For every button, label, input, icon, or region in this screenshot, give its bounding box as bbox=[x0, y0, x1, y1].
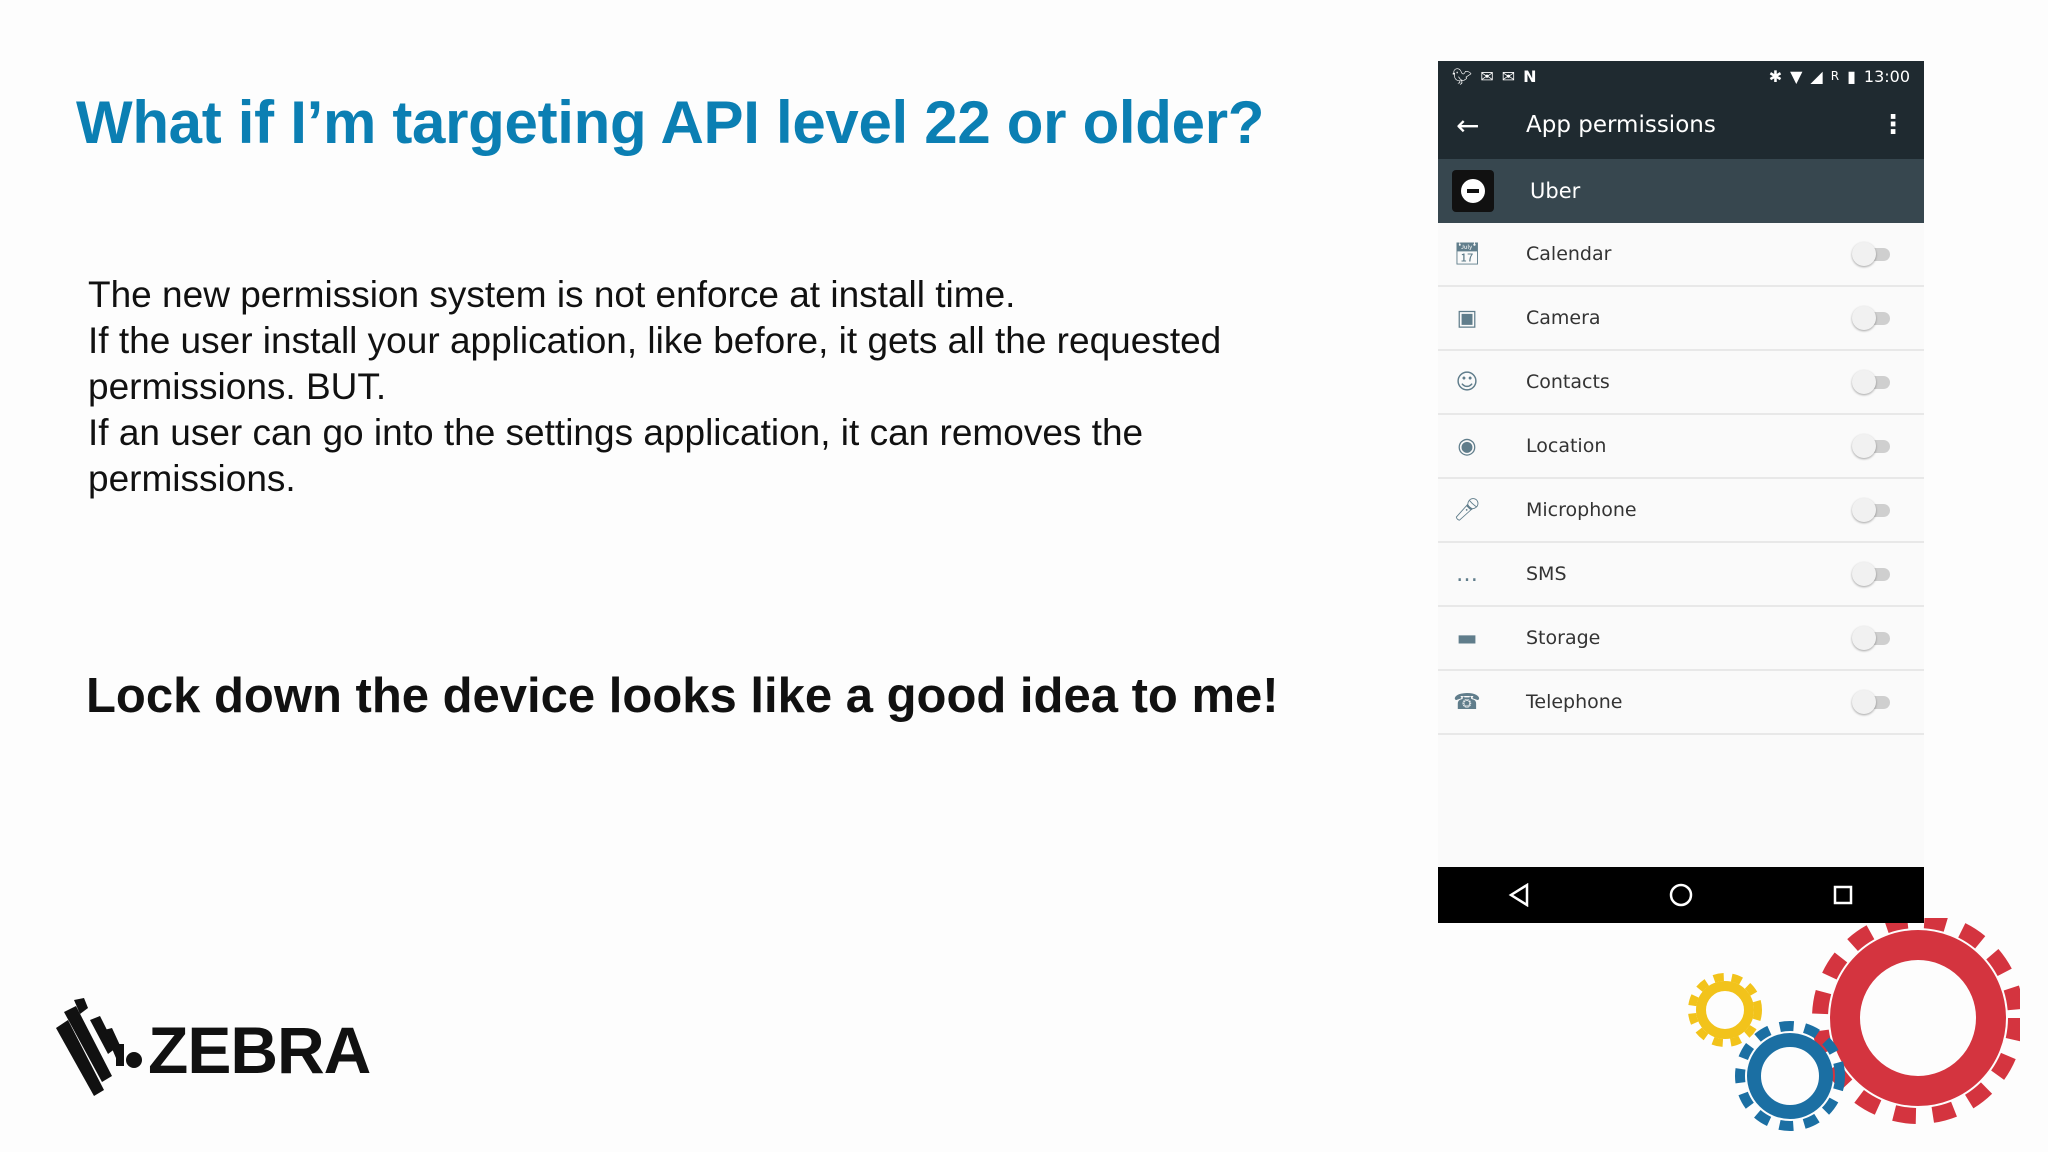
app-bar: ← App permissions ⋮ bbox=[1438, 91, 1924, 159]
folder-icon: ▬ bbox=[1456, 625, 1478, 651]
location-icon: ◉ bbox=[1457, 433, 1477, 459]
permission-row-camera[interactable]: ▣ Camera bbox=[1438, 287, 1924, 351]
contacts-icon: ☺ bbox=[1455, 369, 1479, 395]
gears-decoration bbox=[1688, 918, 2020, 1131]
permission-toggle[interactable] bbox=[1852, 370, 1892, 394]
n-app-icon: N bbox=[1523, 66, 1537, 86]
permission-row-location[interactable]: ◉ Location bbox=[1438, 415, 1924, 479]
permission-label: Storage bbox=[1526, 627, 1601, 649]
home-circle-icon[interactable] bbox=[1661, 875, 1701, 915]
zebra-head-icon bbox=[56, 998, 142, 1096]
notification-icons: 🐦︎ ✉ ✉ N bbox=[1452, 67, 1537, 86]
mail-icon: ✉ bbox=[1501, 66, 1516, 86]
phone-icon: ☎ bbox=[1453, 689, 1481, 715]
app-bar-title: App permissions bbox=[1526, 112, 1716, 138]
signal-icon: ◢ bbox=[1810, 66, 1823, 86]
permission-toggle[interactable] bbox=[1852, 626, 1892, 650]
body-line: permissions. bbox=[88, 458, 296, 499]
slide-title: What if I’m targeting API level 22 or ol… bbox=[76, 89, 1265, 156]
recents-square-icon[interactable] bbox=[1823, 875, 1863, 915]
uber-app-icon bbox=[1452, 170, 1494, 212]
permission-toggle[interactable] bbox=[1852, 498, 1892, 522]
battery-icon: ▮ bbox=[1847, 66, 1856, 86]
sms-icon: … bbox=[1456, 561, 1478, 587]
back-triangle-icon[interactable] bbox=[1499, 875, 1539, 915]
wifi-icon: ▼ bbox=[1790, 66, 1803, 86]
red-gear-icon bbox=[1812, 918, 2020, 1124]
permission-label: Location bbox=[1526, 435, 1607, 457]
permission-label: Camera bbox=[1526, 307, 1601, 329]
system-icons: ✱ ▼ ◢ R ▮ 13:00 bbox=[1769, 67, 1910, 86]
yellow-gear-icon bbox=[1688, 973, 1762, 1047]
permission-row-contacts[interactable]: ☺ Contacts bbox=[1438, 351, 1924, 415]
permission-row-calendar[interactable]: 📅︎ Calendar bbox=[1438, 223, 1924, 287]
body-text: The new permission system is not enforce… bbox=[88, 272, 1368, 502]
body-line: permissions. BUT. bbox=[88, 366, 387, 407]
camera-icon: ▣ bbox=[1456, 305, 1478, 331]
permission-label: Calendar bbox=[1526, 243, 1612, 265]
tagline: Lock down the device looks like a good i… bbox=[86, 669, 1279, 723]
permission-toggle[interactable] bbox=[1852, 690, 1892, 714]
permission-row-telephone[interactable]: ☎ Telephone bbox=[1438, 671, 1924, 735]
zebra-logo: ZEBRA bbox=[54, 998, 374, 1098]
permission-toggle[interactable] bbox=[1852, 434, 1892, 458]
roaming-indicator: R bbox=[1830, 69, 1840, 83]
app-name: Uber bbox=[1530, 179, 1581, 203]
permission-row-storage[interactable]: ▬ Storage bbox=[1438, 607, 1924, 671]
status-time: 13:00 bbox=[1863, 66, 1910, 86]
permission-label: Microphone bbox=[1526, 499, 1637, 521]
twitter-icon: 🐦︎ bbox=[1452, 66, 1473, 86]
permission-toggle[interactable] bbox=[1852, 306, 1892, 330]
phone-screenshot: 🐦︎ ✉ ✉ N ✱ ▼ ◢ R ▮ 13:00 ← App permissio… bbox=[1438, 61, 1924, 923]
permission-label: Contacts bbox=[1526, 371, 1610, 393]
status-bar: 🐦︎ ✉ ✉ N ✱ ▼ ◢ R ▮ 13:00 bbox=[1438, 61, 1924, 91]
body-line: The new permission system is not enforce… bbox=[88, 274, 1016, 315]
permission-toggle[interactable] bbox=[1852, 562, 1892, 586]
permission-label: SMS bbox=[1526, 563, 1567, 585]
calendar-icon: 📅︎ bbox=[1453, 241, 1481, 267]
overflow-menu-icon[interactable]: ⋮ bbox=[1880, 110, 1906, 140]
logo-text: ZEBRA bbox=[148, 1013, 371, 1087]
permission-row-microphone[interactable]: 🎤︎ Microphone bbox=[1438, 479, 1924, 543]
back-arrow-icon[interactable]: ← bbox=[1456, 109, 1486, 142]
bluetooth-icon: ✱ bbox=[1768, 66, 1783, 86]
mail-icon: ✉ bbox=[1480, 66, 1494, 86]
body-line: If the user install your application, li… bbox=[88, 320, 1222, 361]
permission-list: 📅︎ Calendar ▣ Camera ☺ Contacts ◉ Locati… bbox=[1438, 223, 1924, 735]
permission-label: Telephone bbox=[1526, 691, 1623, 713]
navigation-bar bbox=[1438, 867, 1924, 923]
microphone-icon: 🎤︎ bbox=[1453, 497, 1481, 523]
app-header-row: Uber bbox=[1438, 159, 1924, 223]
body-line: If an user can go into the settings appl… bbox=[88, 412, 1144, 453]
permission-toggle[interactable] bbox=[1852, 242, 1892, 266]
permission-row-sms[interactable]: … SMS bbox=[1438, 543, 1924, 607]
